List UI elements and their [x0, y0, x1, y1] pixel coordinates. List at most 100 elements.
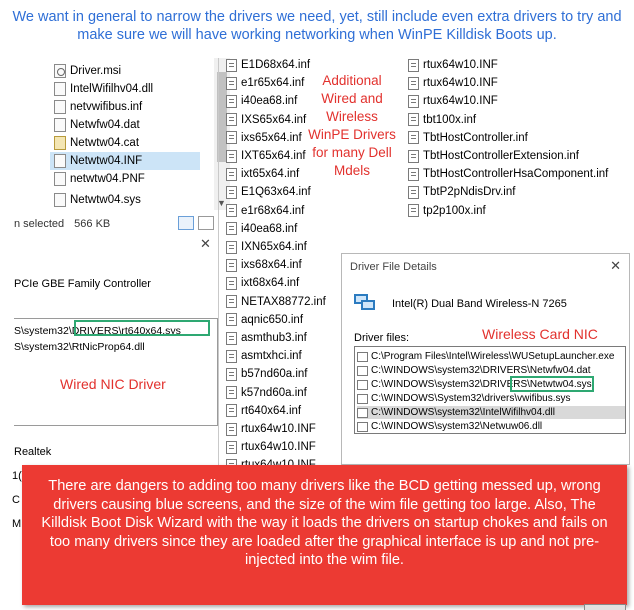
- inf-file-item[interactable]: i40ea68.inf: [226, 220, 297, 238]
- catalog-icon: [54, 136, 66, 150]
- file-item[interactable]: netwtw04.PNF: [54, 170, 204, 188]
- file-icon: [357, 407, 368, 418]
- network-adapter-icon: [354, 294, 376, 312]
- inf-file-icon: [226, 349, 237, 363]
- ok-button[interactable]: [584, 604, 626, 610]
- inf-file-icon: [226, 386, 237, 400]
- highlight-box: [74, 320, 210, 336]
- inf-file-item[interactable]: E1D68x64.inf: [226, 58, 310, 74]
- inf-file-item[interactable]: rtux64w10.INF: [226, 420, 316, 438]
- inf-file-item[interactable]: ixs68x64.inf: [226, 256, 302, 274]
- driver-file-row[interactable]: C:\WINDOWS\system32\Netwuw06.dll: [357, 420, 625, 433]
- header-annotation: We want in general to narrow the drivers…: [12, 9, 622, 43]
- file-icon: [54, 172, 66, 186]
- dialog-device-name: Intel(R) Dual Band Wireless-N 7265: [392, 298, 567, 310]
- inf-file-item[interactable]: tp2p100x.inf: [408, 202, 486, 220]
- inf-file-name: rtux64w10.INF: [241, 441, 316, 454]
- inf-file-name: TbtHostController.inf: [423, 131, 528, 144]
- file-item[interactable]: Netwfw04.dat: [54, 116, 204, 134]
- inf-file-name: IXT65x64.inf: [241, 150, 306, 162]
- file-item[interactable]: Netwtw04.sys: [54, 191, 204, 209]
- inf-file-icon: [226, 113, 237, 127]
- driver-file-row[interactable]: C:\Program Files\Intel\Wireless\WUSetupL…: [357, 350, 625, 363]
- driver-file-row[interactable]: S\system32\RtNicProp64.dll: [14, 341, 145, 353]
- driver-file-row-selected[interactable]: C:\WINDOWS\system32\IntelWifilhv04.dll: [357, 406, 625, 419]
- inf-file-name: tp2p100x.inf: [423, 204, 486, 217]
- explorer-status-bar: n selected 566 KB: [14, 214, 230, 234]
- inf-icon: [54, 154, 66, 168]
- file-item[interactable]: IntelWifilhv04.dll: [54, 80, 204, 98]
- inf-file-name: b57nd60a.inf: [241, 368, 308, 381]
- truncated-label: M: [12, 518, 22, 530]
- inf-file-item[interactable]: TbtP2pNdisDrv.inf: [408, 183, 515, 201]
- inf-file-item[interactable]: e1r65x64.inf: [226, 74, 304, 92]
- inf-file-item[interactable]: rtux64w10.INF: [408, 74, 498, 92]
- inf-file-item[interactable]: ixt68x64.inf: [226, 274, 299, 292]
- inf-file-item[interactable]: tbt100x.inf: [408, 111, 476, 129]
- close-icon[interactable]: ✕: [200, 236, 211, 252]
- inf-file-item[interactable]: asmthub3.inf: [226, 329, 307, 347]
- inf-file-item[interactable]: TbtHostControllerExtension.inf: [408, 147, 579, 165]
- inf-file-name: aqnic650.inf: [241, 313, 304, 326]
- inf-file-item[interactable]: e1r68x64.inf: [226, 202, 304, 220]
- inf-file-icon: [226, 422, 237, 436]
- inf-file-name: rtux64w10.INF: [423, 95, 498, 108]
- inf-file-item[interactable]: rtux64w10.INF: [226, 438, 316, 456]
- device-name: PCIe GBE Family Controller: [14, 278, 151, 290]
- inf-file-item[interactable]: E1Q63x64.inf: [226, 183, 311, 201]
- file-icon: [357, 379, 368, 390]
- inf-file-item[interactable]: IXN65x64.inf: [226, 238, 307, 256]
- inf-file-item[interactable]: aqnic650.inf: [226, 311, 303, 329]
- inf-file-icon: [226, 204, 237, 218]
- file-item[interactable]: Netwtw04.cat: [54, 134, 204, 152]
- inf-file-icon: [226, 167, 237, 181]
- inf-file-name: asmthub3.inf: [241, 332, 307, 344]
- driver-file-row[interactable]: C:\WINDOWS\System32\drivers\vwifibus.sys: [357, 392, 625, 405]
- inf-file-item[interactable]: rt640x64.inf: [226, 402, 301, 420]
- inf-file-name: i40ea68.inf: [241, 95, 298, 108]
- inf-file-icon: [226, 295, 237, 309]
- inf-file-name: ixt65x64.inf: [241, 168, 300, 181]
- inf-file-name: rtux64w10.INF: [423, 59, 498, 71]
- file-item-selected[interactable]: Netwtw04.INF: [50, 152, 200, 170]
- selection-count: n selected: [14, 218, 65, 230]
- inf-file-name: rtux64w10.INF: [241, 423, 316, 435]
- inf-file-item[interactable]: ixs65x64.inf: [226, 129, 302, 147]
- inf-file-icon: [226, 222, 237, 236]
- inf-file-item[interactable]: NETAX88772.inf: [226, 293, 326, 311]
- inf-file-item[interactable]: TbtHostControllerHsaComponent.inf: [408, 165, 608, 183]
- inf-file-item[interactable]: k57nd60a.inf: [226, 384, 307, 402]
- inf-file-icon: [226, 276, 237, 290]
- warning-banner: There are dangers to adding too many dri…: [22, 465, 627, 605]
- inf-file-item[interactable]: b57nd60a.inf: [226, 365, 308, 383]
- inf-file-item[interactable]: rtux64w10.INF: [408, 58, 498, 74]
- inf-file-name: NETAX88772.inf: [241, 295, 326, 308]
- inf-file-item[interactable]: IXS65x64.inf: [226, 111, 306, 129]
- inf-file-icon: [408, 185, 419, 199]
- inf-file-name: TbtP2pNdisDrv.inf: [423, 186, 516, 199]
- inf-file-item[interactable]: rtux64w10.INF: [408, 92, 498, 110]
- details-view-icon[interactable]: [178, 216, 194, 230]
- file-icon: [54, 118, 66, 132]
- additional-drivers-annotation: Additional Wired and Wireless WinPE Driv…: [308, 73, 396, 178]
- file-icon: [357, 365, 368, 376]
- wireless-nic-annotation: Wireless Card NIC: [482, 326, 598, 342]
- inf-file-name: E1D68x64.inf: [241, 59, 311, 71]
- highlight-box: [510, 376, 594, 392]
- inf-file-icon: [408, 149, 419, 163]
- dialog-title: Driver File Details: [350, 261, 437, 273]
- close-icon[interactable]: ✕: [610, 258, 621, 274]
- inf-file-item[interactable]: ixt65x64.inf: [226, 165, 299, 183]
- inf-file-name: rtux64w10.INF: [423, 77, 498, 90]
- inf-file-icon: [408, 76, 419, 90]
- inf-file-icon: [408, 94, 419, 108]
- large-icons-view-icon[interactable]: [198, 216, 214, 230]
- inf-file-item[interactable]: TbtHostController.inf: [408, 129, 528, 147]
- inf-file-item[interactable]: asmtxhci.inf: [226, 347, 302, 365]
- file-item[interactable]: Driver.msi: [54, 62, 204, 80]
- driver-inf-list-right: rtux64w10.INF rtux64w10.INF rtux64w10.INF t…: [404, 58, 624, 228]
- inf-file-item[interactable]: i40ea68.inf: [226, 92, 297, 110]
- file-item[interactable]: netvwifibus.inf: [54, 98, 204, 116]
- inf-file-item[interactable]: IXT65x64.inf: [226, 147, 306, 165]
- wired-nic-annotation: Wired NIC Driver: [60, 376, 166, 392]
